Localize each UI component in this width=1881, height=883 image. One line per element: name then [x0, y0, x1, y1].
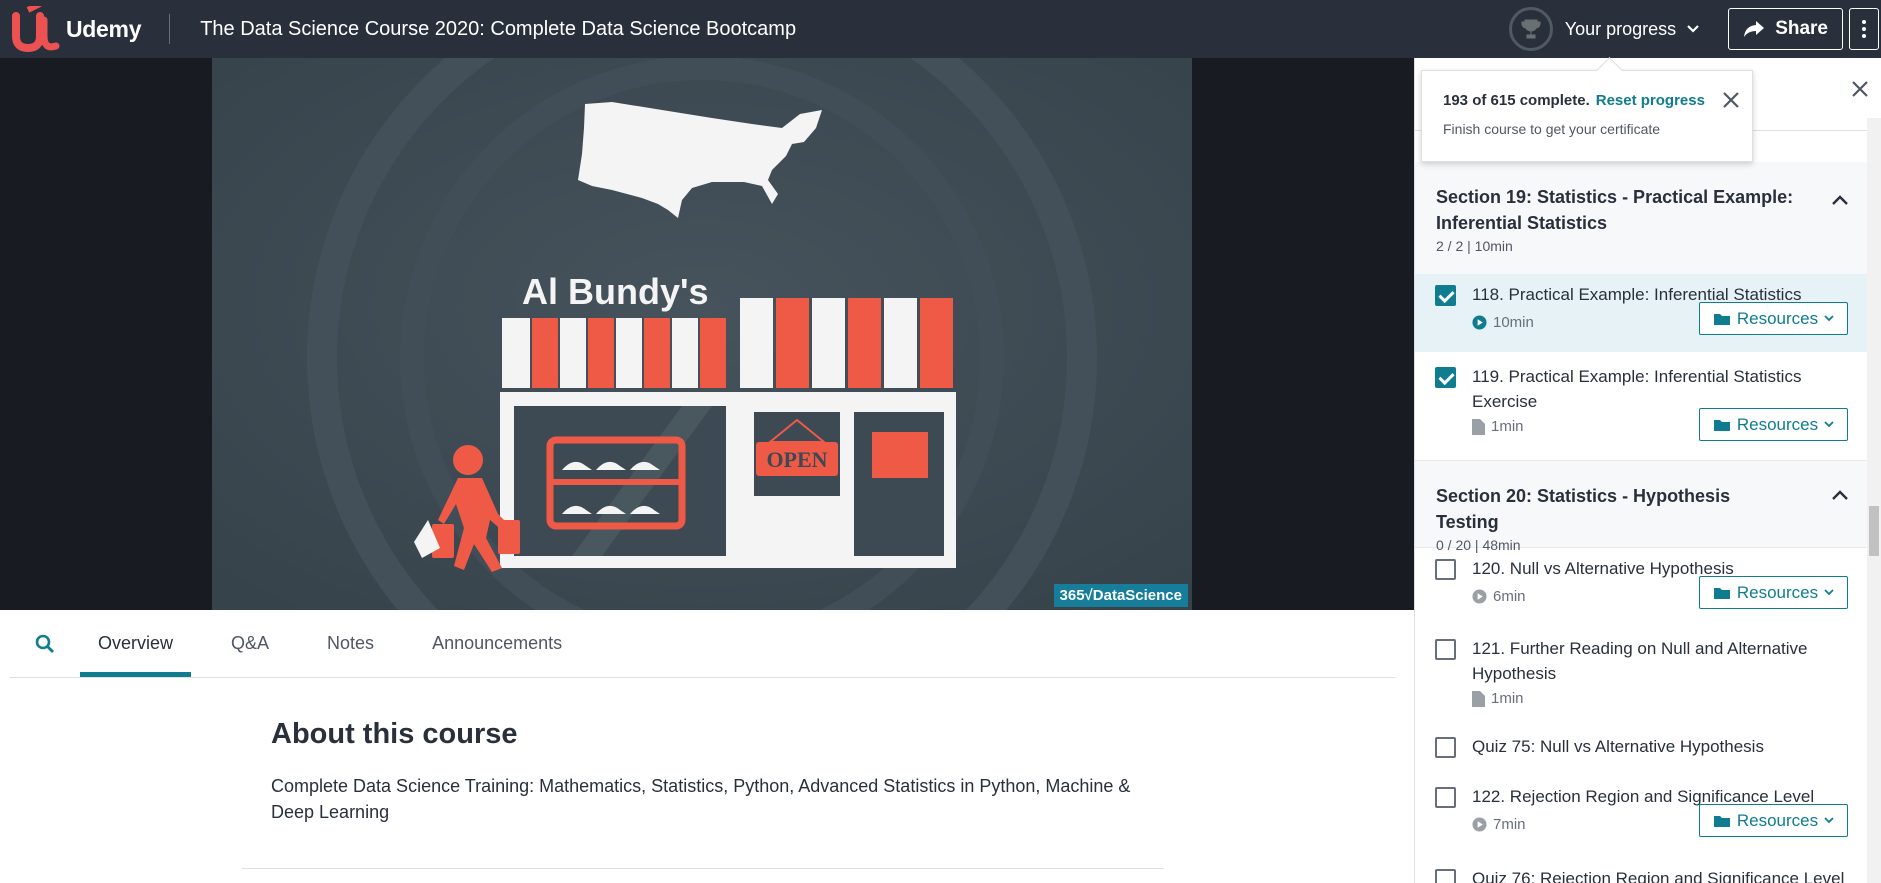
quiz-title: Quiz 76: Rejection Region and Significan… — [1472, 869, 1845, 883]
resources-button[interactable]: Resources — [1699, 408, 1848, 441]
completion-checkbox[interactable] — [1435, 559, 1456, 580]
resources-button[interactable]: Resources — [1699, 804, 1848, 837]
completion-checkbox[interactable] — [1435, 285, 1456, 306]
video-player[interactable]: Al Bundy's OPEN 365√DataScience — [0, 58, 1414, 610]
section-title: Section 19: Statistics - Practical Examp… — [1436, 187, 1794, 233]
chevron-up-icon[interactable] — [1831, 194, 1849, 206]
quiz-title: Quiz 75: Null vs Alternative Hypothesis — [1472, 737, 1764, 756]
video-frame: Al Bundy's OPEN 365√DataScience — [212, 58, 1192, 610]
document-icon — [1472, 418, 1485, 435]
course-tabs: Overview Q&A Notes Announcements — [10, 610, 1395, 678]
lecture-item[interactable]: 118. Practical Example: Inferential Stat… — [1415, 274, 1867, 352]
more-options-button[interactable] — [1849, 8, 1879, 50]
course-title[interactable]: The Data Science Course 2020: Complete D… — [200, 18, 796, 41]
about-heading: About this course — [271, 718, 518, 750]
reset-progress-link[interactable]: Reset progress — [1596, 92, 1705, 109]
trophy-icon — [1508, 7, 1553, 51]
brand-name: Udemy — [66, 15, 142, 42]
progress-popover: 193 of 615 complete. Reset progress Finis… — [1421, 70, 1753, 162]
lecture-item[interactable]: 122. Rejection Region and Significance L… — [1415, 776, 1867, 854]
certificate-hint: Finish course to get your certificate — [1443, 121, 1661, 137]
store-sign: Al Bundy's — [522, 271, 709, 312]
datascience-watermark: 365√DataScience — [1053, 584, 1188, 607]
completion-checkbox[interactable] — [1435, 869, 1456, 883]
udemy-logo-icon — [12, 6, 60, 52]
lecture-item[interactable]: 119. Practical Example: Inferential Stat… — [1415, 356, 1867, 460]
search-tab[interactable] — [10, 610, 80, 677]
completion-checkbox[interactable] — [1435, 639, 1456, 660]
chevron-down-icon — [1824, 589, 1834, 596]
lecture-item[interactable]: 121. Further Reading on Null and Alterna… — [1415, 628, 1867, 720]
quiz-item[interactable]: Quiz 75: Null vs Alternative Hypothesis — [1415, 726, 1867, 770]
lecture-duration: 6min — [1472, 588, 1526, 605]
progress-status: 193 of 615 complete. Reset progress — [1443, 92, 1705, 109]
lecture-title: 119. Practical Example: Inferential Stat… — [1472, 367, 1802, 411]
folder-icon — [1713, 815, 1730, 827]
chevron-up-icon[interactable] — [1831, 489, 1849, 501]
header-divider — [169, 14, 171, 44]
lecture-item[interactable]: 120. Null vs Alternative Hypothesis 6min… — [1415, 548, 1867, 626]
chevron-down-icon — [1824, 817, 1834, 824]
lecture-title: 121. Further Reading on Null and Alterna… — [1472, 639, 1808, 683]
completion-checkbox[interactable] — [1435, 787, 1456, 808]
open-sign: OPEN — [766, 447, 827, 472]
tab-qa[interactable]: Q&A — [213, 610, 287, 677]
play-icon — [1472, 589, 1487, 604]
folder-icon — [1713, 419, 1730, 431]
document-icon — [1472, 690, 1485, 707]
lecture-duration: 1min — [1472, 418, 1524, 435]
top-header: Udemy The Data Science Course 2020: Comp… — [0, 0, 1881, 58]
udemy-logo[interactable]: Udemy — [10, 0, 142, 58]
resources-button[interactable]: Resources — [1699, 576, 1848, 609]
tab-overview[interactable]: Overview — [80, 610, 192, 677]
chevron-down-icon — [1687, 25, 1699, 33]
completion-checkbox[interactable] — [1435, 737, 1456, 758]
your-progress-button[interactable]: Your progress — [1508, 0, 1700, 58]
folder-icon — [1713, 313, 1730, 325]
share-button[interactable]: Share — [1728, 8, 1843, 50]
lecture-duration: 10min — [1472, 314, 1534, 331]
chevron-down-icon — [1824, 421, 1834, 428]
divider — [242, 868, 1164, 869]
section-20[interactable]: Section 20: Statistics - Hypothesis Test… — [1415, 460, 1867, 553]
close-sidebar-icon[interactable] — [1851, 80, 1869, 98]
folder-icon — [1713, 587, 1730, 599]
tab-announcements[interactable]: Announcements — [414, 610, 580, 677]
share-icon — [1744, 21, 1765, 37]
chevron-down-icon — [1824, 315, 1834, 322]
scroll-thumb[interactable] — [1869, 506, 1879, 556]
quiz-item[interactable]: Quiz 76: Rejection Region and Significan… — [1415, 858, 1867, 883]
section-meta: 2 / 2 | 10min — [1436, 238, 1513, 254]
close-icon[interactable] — [1722, 91, 1740, 109]
lecture-duration: 7min — [1472, 816, 1526, 833]
completion-checkbox[interactable] — [1435, 367, 1456, 388]
section-title: Section 20: Statistics - Hypothesis Test… — [1436, 486, 1731, 532]
sidebar-scrollbar[interactable] — [1867, 118, 1881, 883]
about-section: About this course Complete Data Science … — [271, 718, 1171, 825]
share-label: Share — [1775, 18, 1828, 39]
progress-label: Your progress — [1564, 18, 1677, 39]
tab-notes[interactable]: Notes — [309, 610, 392, 677]
store-illustration: Al Bundy's OPEN — [212, 58, 1192, 610]
lecture-duration: 1min — [1472, 690, 1524, 707]
course-content-sidebar: Section 19: Statistics - Practical Examp… — [1414, 58, 1881, 883]
play-icon — [1472, 315, 1487, 330]
course-description: Complete Data Science Training: Mathemat… — [271, 776, 1131, 822]
resources-button[interactable]: Resources — [1699, 302, 1848, 335]
search-icon — [35, 634, 54, 653]
play-icon — [1472, 817, 1487, 832]
